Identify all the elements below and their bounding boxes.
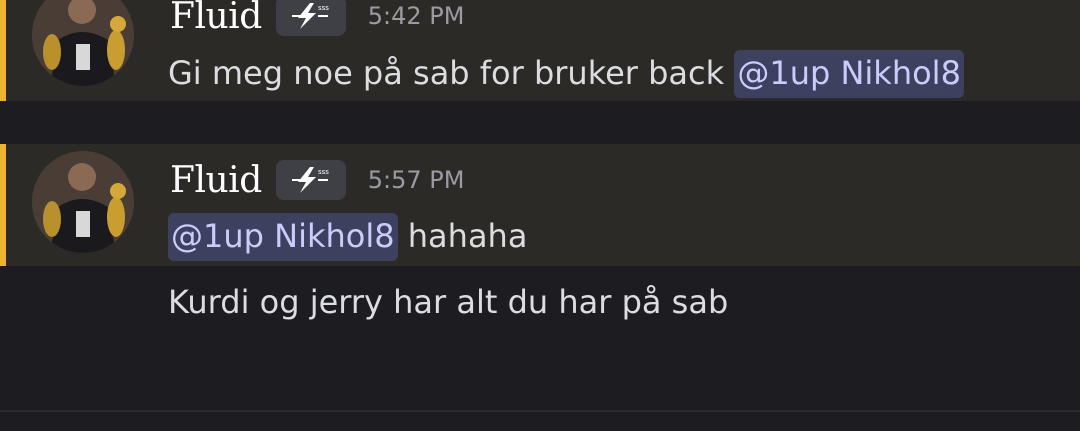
svg-text:sss: sss: [318, 168, 329, 176]
server-tag-badge[interactable]: sss: [276, 0, 346, 36]
message-header: Fluid sss 5:57 PM: [170, 160, 464, 200]
message-content: @1up Nikhol8 hahaha: [168, 216, 527, 256]
user-mention[interactable]: @1up Nikhol8: [734, 50, 964, 98]
chat-messages: Fluid sss 5:42 PM Gi meg noe på sab for …: [0, 0, 1080, 431]
divider: [0, 410, 1080, 412]
username[interactable]: Fluid: [170, 0, 262, 37]
user-mention[interactable]: @1up Nikhol8: [168, 213, 398, 261]
message-text: Kurdi og jerry har alt du har på sab: [168, 283, 728, 321]
message-timestamp[interactable]: 5:57 PM: [368, 166, 465, 194]
lightning-icon: sss: [288, 1, 334, 31]
svg-text:sss: sss: [318, 4, 329, 12]
message-item[interactable]: [0, 144, 1080, 266]
message-text: Gi meg noe på sab for bruker back: [168, 54, 734, 92]
message-header: Fluid sss 5:42 PM: [170, 0, 464, 36]
message-content: Kurdi og jerry har alt du har på sab: [168, 282, 728, 322]
message-timestamp[interactable]: 5:42 PM: [368, 2, 465, 30]
lightning-icon: sss: [288, 165, 334, 195]
avatar-image: [32, 151, 134, 253]
message-content: Gi meg noe på sab for bruker back @1up N…: [168, 53, 964, 93]
username[interactable]: Fluid: [170, 160, 262, 201]
avatar[interactable]: [32, 151, 134, 253]
server-tag-badge[interactable]: sss: [276, 160, 346, 200]
message-text: hahaha: [398, 217, 528, 255]
